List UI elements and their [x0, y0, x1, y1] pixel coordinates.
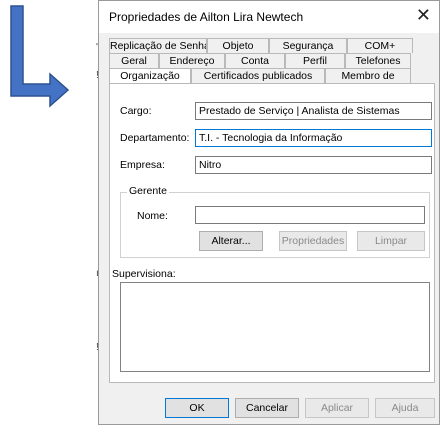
- empresa-field[interactable]: Nitro: [195, 156, 432, 174]
- propriedades-button[interactable]: Propriedades: [279, 231, 347, 251]
- ok-button[interactable]: OK: [165, 398, 229, 418]
- departamento-field[interactable]: T.I. - Tecnologia da Informação: [195, 129, 432, 147]
- tab-row-1: Replicação de Senha Objeto Segurança COM…: [109, 38, 435, 53]
- tab-objeto[interactable]: Objeto: [207, 38, 269, 53]
- cancelar-button[interactable]: Cancelar: [235, 398, 299, 418]
- nome-field[interactable]: [195, 206, 425, 224]
- ajuda-button[interactable]: Ajuda: [375, 398, 435, 418]
- arrow-icon: [10, 5, 70, 108]
- tab-com-plus[interactable]: COM+: [347, 38, 413, 53]
- tab-membro-de[interactable]: Membro de: [325, 68, 411, 83]
- cargo-field[interactable]: Prestado de Serviço | Analista de Sistem…: [195, 102, 432, 120]
- alterar-button[interactable]: Alterar...: [199, 231, 263, 251]
- tab-row-2: Geral Endereço Conta Perfil Telefones: [109, 53, 435, 68]
- aplicar-button[interactable]: Aplicar: [305, 398, 369, 418]
- close-icon[interactable]: ✕: [416, 5, 431, 25]
- gerente-group: Gerente Nome: Alterar... Propriedades Li…: [120, 185, 430, 258]
- supervisiona-list[interactable]: [120, 282, 430, 372]
- cargo-label: Cargo:: [120, 105, 152, 117]
- tab-certificados-publicados[interactable]: Certificados publicados: [191, 68, 325, 83]
- limpar-button[interactable]: Limpar: [357, 231, 425, 251]
- tab-replicacao-senha[interactable]: Replicação de Senha: [109, 38, 207, 53]
- tab-geral[interactable]: Geral: [109, 53, 159, 68]
- dialog-title: Propriedades de Ailton Lira Newtech: [109, 10, 304, 24]
- tab-row-3: Organização Certificados publicados Memb…: [109, 68, 435, 85]
- title-bar: Propriedades de Ailton Lira Newtech ✕: [99, 1, 439, 33]
- properties-dialog: Propriedades de Ailton Lira Newtech ✕ Re…: [98, 0, 440, 425]
- tab-seguranca[interactable]: Segurança: [269, 38, 347, 53]
- departamento-label: Departamento:: [120, 132, 190, 144]
- tab-conta[interactable]: Conta: [225, 53, 285, 68]
- tab-endereco[interactable]: Endereço: [159, 53, 225, 68]
- supervisiona-label: Supervisiona:: [112, 268, 176, 280]
- tab-telefones[interactable]: Telefones: [345, 53, 411, 68]
- organizacao-panel: Cargo: Prestado de Serviço | Analista de…: [109, 83, 435, 383]
- tab-perfil[interactable]: Perfil: [285, 53, 345, 68]
- nome-label: Nome:: [137, 210, 168, 222]
- empresa-label: Empresa:: [120, 159, 165, 171]
- gerente-title: Gerente: [127, 185, 169, 197]
